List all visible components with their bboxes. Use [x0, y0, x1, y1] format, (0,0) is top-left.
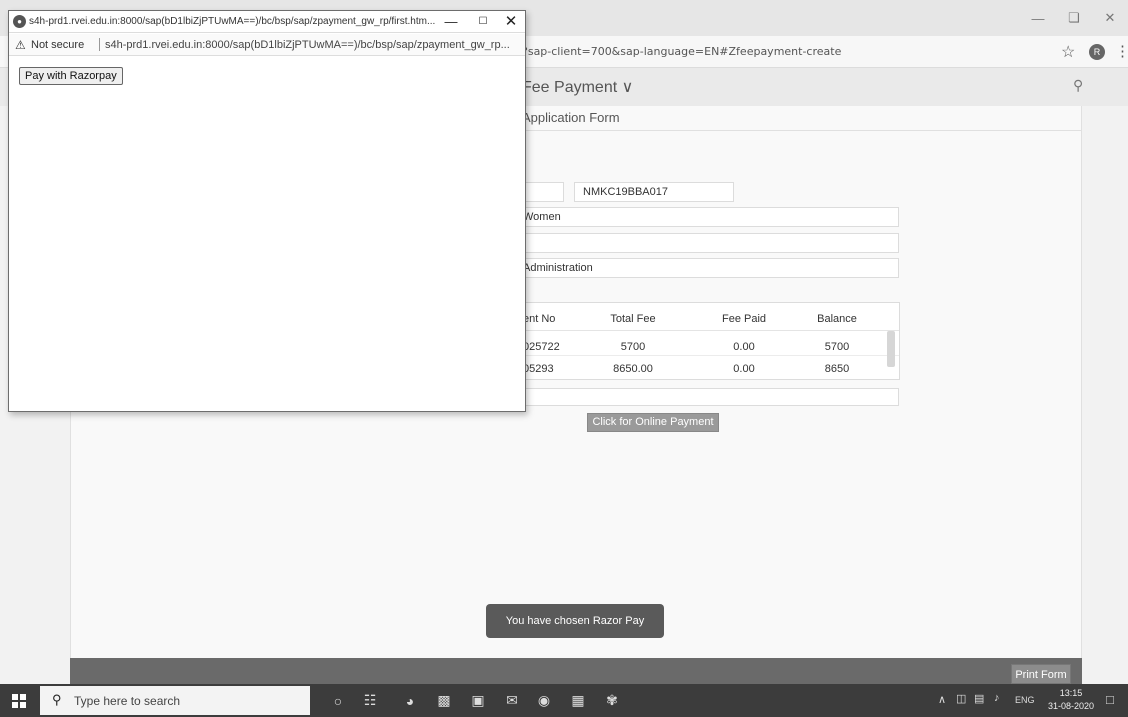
- taskbar-search-placeholder: Type here to search: [74, 694, 181, 708]
- table-header-balance: Balance: [817, 313, 857, 325]
- search-icon: ⚲: [52, 692, 62, 707]
- table-scrollbar[interactable]: [887, 331, 895, 367]
- popup-url: s4h-prd1.rvei.edu.in:8000/sap(bD1lbiZjPT…: [105, 39, 510, 51]
- volume-icon[interactable]: ♪: [994, 692, 1000, 704]
- app-title-dropdown[interactable]: Fee Payment ∨: [522, 77, 633, 97]
- table-header-total-fee: Total Fee: [610, 313, 656, 325]
- profile-avatar[interactable]: R: [1089, 44, 1105, 60]
- table-cell: 5700: [620, 341, 646, 353]
- edge-icon[interactable]: ◕: [394, 684, 426, 717]
- registration-number-field[interactable]: NMKC19BBA017: [574, 182, 734, 202]
- warning-icon: ⚠: [15, 38, 26, 52]
- maximize-icon[interactable]: ☐: [469, 12, 497, 32]
- background-url-text: ?sap-client=700&sap-language=EN#Zfeepaym…: [522, 45, 842, 58]
- not-secure-label[interactable]: Not secure: [31, 39, 84, 51]
- clock-date[interactable]: 31-08-2020: [1046, 701, 1096, 711]
- windows-logo-icon: [12, 693, 26, 708]
- table-row-divider: [501, 355, 899, 356]
- chrome-icon[interactable]: ◉: [528, 684, 560, 717]
- network-icon[interactable]: ▤: [974, 692, 984, 705]
- background-window-controls: — ❏ ✕: [1020, 0, 1128, 36]
- table-cell: 8650: [824, 363, 850, 375]
- toast-message: You have chosen Razor Pay: [486, 604, 664, 638]
- popup-address-bar[interactable]: ⚠ Not secure s4h-prd1.rvei.edu.in:8000/s…: [9, 34, 525, 56]
- fee-table: ent No Total Fee Fee Paid Balance 025722…: [500, 302, 900, 380]
- bookmark-star-icon[interactable]: ☆: [1061, 42, 1075, 62]
- address-separator: [99, 38, 100, 51]
- chevron-down-icon: ∨: [621, 79, 634, 96]
- language-indicator[interactable]: ENG: [1015, 695, 1035, 705]
- table-header-receipt-no: ent No: [523, 313, 556, 325]
- table-cell: 025722: [523, 341, 560, 353]
- print-form-button[interactable]: Print Form: [1011, 664, 1071, 684]
- popup-title-bar: ● s4h-prd1.rvei.edu.in:8000/sap(bD1lbiZj…: [9, 11, 525, 33]
- tablet-icon[interactable]: ◫: [956, 692, 966, 705]
- course-field[interactable]: Administration: [500, 258, 899, 278]
- online-payment-button[interactable]: Click for Online Payment: [587, 413, 719, 432]
- table-cell: 8650.00: [613, 363, 653, 375]
- empty-form-field[interactable]: [500, 233, 899, 253]
- minimize-icon[interactable]: —: [437, 12, 465, 32]
- maximize-icon[interactable]: ❏: [1056, 0, 1092, 36]
- footer-bar: [70, 658, 1082, 684]
- notification-icon[interactable]: □: [1106, 692, 1114, 707]
- college-field[interactable]: Women: [500, 207, 899, 227]
- store-icon[interactable]: ▣: [462, 684, 494, 717]
- task-view-icon[interactable]: ☷: [354, 684, 386, 717]
- app-title: Fee Payment: [522, 79, 618, 96]
- close-icon[interactable]: ✕: [497, 12, 525, 32]
- payment-popup-window: ● s4h-prd1.rvei.edu.in:8000/sap(bD1lbiZj…: [8, 10, 526, 412]
- table-cell: 0.00: [733, 341, 755, 353]
- section-title: Application Form: [522, 110, 620, 125]
- popup-title: s4h-prd1.rvei.edu.in:8000/sap(bD1lbiZjPT…: [29, 16, 436, 27]
- table-cell: 0.00: [733, 363, 755, 375]
- word-icon[interactable]: ▦: [562, 684, 594, 717]
- clock-time[interactable]: 13:15: [1046, 688, 1096, 698]
- file-explorer-icon[interactable]: ▩: [428, 684, 460, 717]
- table-header-divider: [501, 330, 899, 331]
- paint-icon[interactable]: ✾: [596, 684, 628, 717]
- start-button[interactable]: [0, 684, 38, 717]
- globe-icon: ●: [13, 15, 26, 28]
- search-icon[interactable]: ⚲: [1073, 77, 1083, 94]
- pay-with-razorpay-button[interactable]: Pay with Razorpay: [19, 67, 123, 85]
- empty-form-field[interactable]: [500, 388, 899, 406]
- tray-chevron-up-icon[interactable]: ∧: [938, 693, 946, 706]
- minimize-icon[interactable]: —: [1020, 0, 1056, 36]
- browser-menu-icon[interactable]: ⋮: [1115, 42, 1128, 60]
- table-header-fee-paid: Fee Paid: [721, 313, 767, 325]
- cortana-icon[interactable]: ○: [322, 684, 354, 717]
- taskbar-search-box[interactable]: ⚲ Type here to search: [40, 686, 310, 715]
- taskbar: ⚲ Type here to search ○ ☷ ◕ ▩ ▣ ✉ ◉ ▦ ✾ …: [0, 684, 1128, 717]
- mail-icon[interactable]: ✉: [496, 684, 528, 717]
- table-cell: 05293: [523, 363, 554, 375]
- table-cell: 5700: [824, 341, 850, 353]
- close-icon[interactable]: ✕: [1092, 0, 1128, 36]
